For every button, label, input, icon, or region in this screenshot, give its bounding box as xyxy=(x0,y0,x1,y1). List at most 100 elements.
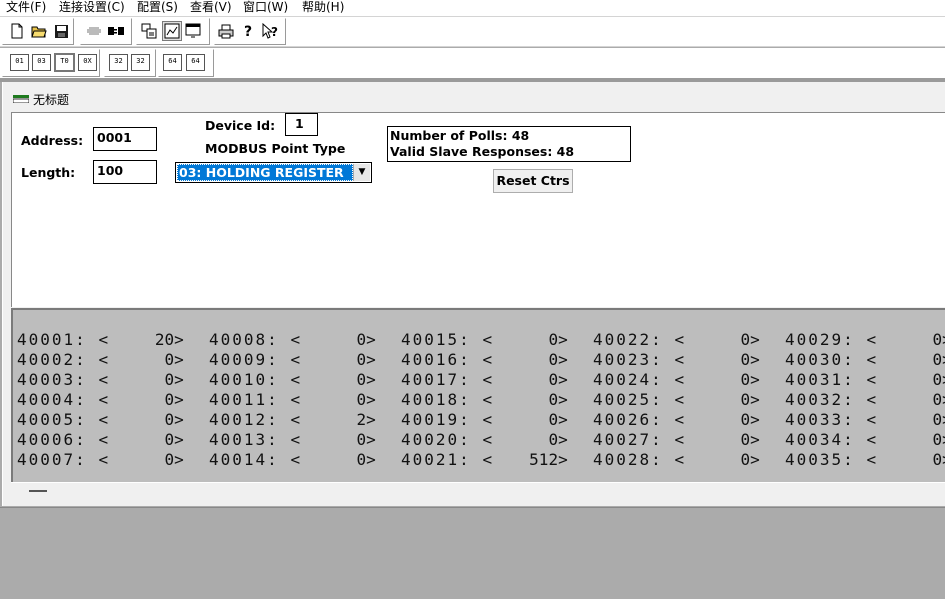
register-close: > xyxy=(750,350,762,369)
register-value: 0 xyxy=(932,350,943,369)
format-button-5[interactable]: 32 xyxy=(109,54,128,71)
register-separator: : < xyxy=(459,370,495,389)
register-close: > xyxy=(174,350,186,369)
register-address: 40007 xyxy=(17,450,76,469)
register-separator: : < xyxy=(843,430,879,449)
register-address: 40017 xyxy=(401,370,460,389)
register-row: 40010: < 0> xyxy=(209,370,378,390)
address-field[interactable]: 0001 xyxy=(93,127,157,151)
help-icon[interactable]: ? xyxy=(239,22,257,40)
menu-connection[interactable]: 连接设置(C) xyxy=(59,0,125,14)
window-title: 无标题 xyxy=(33,93,70,107)
register-row: 40026: < 0> xyxy=(593,410,762,430)
register-address: 40013 xyxy=(209,430,268,449)
open-folder-icon[interactable] xyxy=(30,22,48,40)
display-icon[interactable] xyxy=(140,22,158,40)
disconnect-icon[interactable] xyxy=(85,22,103,40)
menu-window[interactable]: 窗口(W) xyxy=(243,0,288,14)
register-address: 40003 xyxy=(17,370,76,389)
register-address: 40015 xyxy=(401,330,460,349)
display-format-toolbar: 01 03 T0 0X 32 32 64 64 xyxy=(0,48,945,78)
register-close: > xyxy=(558,410,570,429)
register-close: > xyxy=(558,450,570,469)
context-help-icon[interactable]: ? xyxy=(261,22,279,40)
register-row: 40033: <0> xyxy=(785,410,945,430)
register-row: 40032: <0> xyxy=(785,390,945,410)
format-button-4[interactable]: 0X xyxy=(78,54,97,71)
register-value: 0 xyxy=(548,390,559,409)
window-app-icon xyxy=(13,95,29,103)
reset-counters-button[interactable]: Reset Ctrs xyxy=(493,169,573,193)
register-separator: : < xyxy=(267,410,303,429)
register-value: 0 xyxy=(164,390,175,409)
register-address: 40021 xyxy=(401,450,460,469)
register-separator: : < xyxy=(843,330,879,349)
graph-icon[interactable] xyxy=(162,21,182,41)
format-button-2[interactable]: 03 xyxy=(32,54,51,71)
save-icon[interactable] xyxy=(52,22,70,40)
length-field[interactable]: 100 xyxy=(93,160,157,184)
register-value: 0 xyxy=(164,410,175,429)
register-close: > xyxy=(174,370,186,389)
window-icon[interactable] xyxy=(184,22,202,40)
register-close: > xyxy=(558,390,570,409)
point-type-select[interactable]: 03: HOLDING REGISTER ▼ xyxy=(175,162,372,183)
register-row: 40004: < 0> xyxy=(17,390,186,410)
register-separator: : < xyxy=(843,450,879,469)
register-close: > xyxy=(366,410,378,429)
register-row: 40006: < 0> xyxy=(17,430,186,450)
device-id-label: Device Id: xyxy=(205,118,276,133)
register-separator: : < xyxy=(651,450,687,469)
format-button-3[interactable]: T0 xyxy=(54,53,75,72)
format-button-7[interactable]: 64 xyxy=(163,54,182,71)
device-id-field[interactable]: 1 xyxy=(285,113,318,136)
register-address: 40029 xyxy=(785,330,844,349)
register-close: > xyxy=(558,430,570,449)
format-button-8[interactable]: 64 xyxy=(186,54,205,71)
register-value: 0 xyxy=(932,410,943,429)
register-address: 40018 xyxy=(401,390,460,409)
menu-view[interactable]: 查看(V) xyxy=(190,0,232,14)
register-value: 0 xyxy=(548,350,559,369)
register-row: 40031: <0> xyxy=(785,370,945,390)
register-separator: : < xyxy=(459,330,495,349)
menu-setup[interactable]: 配置(S) xyxy=(137,0,178,14)
register-separator: : < xyxy=(651,390,687,409)
print-icon[interactable] xyxy=(217,22,235,40)
register-row: 40003: < 0> xyxy=(17,370,186,390)
register-separator: : < xyxy=(75,330,111,349)
register-address: 40014 xyxy=(209,450,268,469)
register-value: 0 xyxy=(548,370,559,389)
register-row: 40013: < 0> xyxy=(209,430,378,450)
register-row: 40030: <0> xyxy=(785,350,945,370)
register-separator: : < xyxy=(651,350,687,369)
register-close: > xyxy=(750,390,762,409)
main-toolbar: ? ? xyxy=(0,17,945,46)
register-row: 40009: < 0> xyxy=(209,350,378,370)
register-value: 0 xyxy=(932,330,943,349)
register-close: > xyxy=(174,430,186,449)
register-display: 40001: <20> 40002: <0> 40003: <0> 40004: <0… xyxy=(11,308,945,484)
chevron-down-icon[interactable]: ▼ xyxy=(353,164,370,181)
connect-icon[interactable] xyxy=(107,22,125,40)
menu-help[interactable]: 帮助(H) xyxy=(302,0,344,14)
register-separator: : < xyxy=(267,330,303,349)
register-close: > xyxy=(750,430,762,449)
menu-file[interactable]: 文件(F) xyxy=(6,0,46,14)
register-value: 0 xyxy=(740,430,751,449)
format-button-1[interactable]: 01 xyxy=(10,54,29,71)
window-title-bar[interactable]: 无标题 xyxy=(3,82,945,112)
register-close: > xyxy=(750,410,762,429)
format-button-6[interactable]: 32 xyxy=(131,54,150,71)
register-close: > xyxy=(174,450,186,469)
register-value: 0 xyxy=(740,330,751,349)
register-address: 40034 xyxy=(785,430,844,449)
valid-responses-count: Valid Slave Responses: 48 xyxy=(390,144,575,159)
register-address: 40016 xyxy=(401,350,460,369)
register-value: 0 xyxy=(740,350,751,369)
register-close: > xyxy=(366,370,378,389)
register-row: 40008: < 0> xyxy=(209,330,378,350)
register-row: 40007: < 0> xyxy=(17,450,186,470)
new-file-icon[interactable] xyxy=(8,22,26,40)
register-address: 40009 xyxy=(209,350,268,369)
